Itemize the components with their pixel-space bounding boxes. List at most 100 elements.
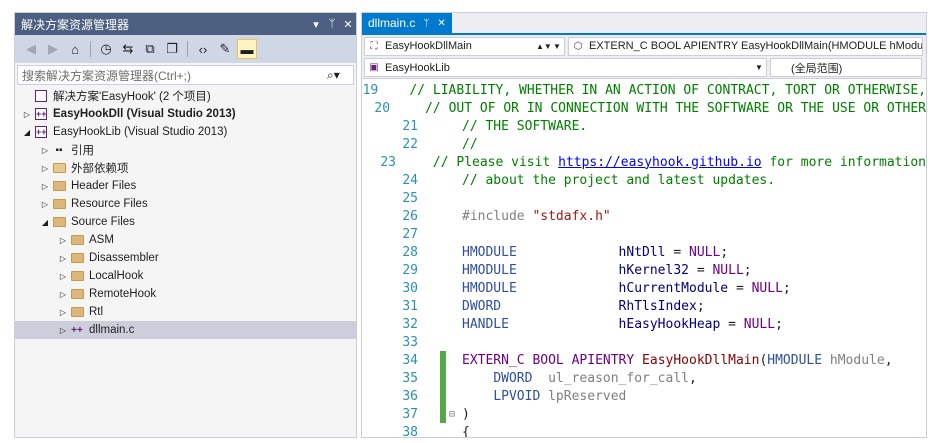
code-line[interactable]: 37 ⊟) xyxy=(362,405,926,423)
change-marker xyxy=(440,369,446,387)
collapsed-arrow-icon[interactable]: ▷ xyxy=(39,200,51,209)
tree-item-label: dllmain.c xyxy=(89,324,135,336)
code-line[interactable]: 35 DWORD ul_reason_for_call, xyxy=(362,369,926,387)
line-number: 29 xyxy=(402,262,418,278)
close-icon[interactable]: ✕ xyxy=(437,18,445,29)
spin-icon[interactable]: ▲▼ xyxy=(536,42,552,51)
expanded-arrow-icon[interactable]: ◢ xyxy=(21,128,33,137)
back-icon[interactable]: ◀ xyxy=(21,39,41,59)
code-line[interactable]: 36 LPVOID lpReserved xyxy=(362,387,926,405)
code-line[interactable]: 38 { xyxy=(362,423,926,438)
project-dropdown[interactable]: ▣ EasyHookLib ▼ xyxy=(364,58,767,77)
history-icon[interactable]: ◷ xyxy=(96,39,116,59)
line-number: 36 xyxy=(402,388,418,404)
search-input[interactable]: 搜索解决方案资源管理器(Ctrl+;) ⌕▾ xyxy=(17,65,354,85)
collapse-all-icon[interactable]: ⧉ xyxy=(140,39,160,59)
tab-dllmain-c[interactable]: dllmain.c ᛘ ✕ xyxy=(362,13,452,33)
tree-item[interactable]: ▷ 外部依赖项 xyxy=(15,159,356,177)
line-number: 19 xyxy=(362,82,379,98)
code-line[interactable]: 30 HMODULE hCurrentModule = NULL; xyxy=(362,279,926,297)
global-scope-dropdown[interactable]: (全局范围) xyxy=(770,58,922,77)
folder-icon xyxy=(51,215,67,229)
expanded-arrow-icon[interactable]: ◢ xyxy=(39,218,51,227)
dropdown-icon[interactable]: ▾ xyxy=(308,18,324,31)
change-marker xyxy=(440,387,446,405)
code-line[interactable]: 26 #include "stdafx.h" xyxy=(362,207,926,225)
code-line[interactable]: 21 // THE SOFTWARE. xyxy=(362,117,926,135)
code-line[interactable]: 20 // OUT OF OR IN CONNECTION WITH THE SO… xyxy=(362,99,926,117)
code-line[interactable]: 25 xyxy=(362,189,926,207)
line-number: 27 xyxy=(402,226,418,242)
tree-item[interactable]: 解决方案'EasyHook' (2 个项目) xyxy=(15,87,356,105)
search-icon[interactable]: ⌕▾ xyxy=(327,68,353,83)
code-line[interactable]: 34 EXTERN_C BOOL APIENTRY EasyHookDllMain… xyxy=(362,351,926,369)
references-icon: ▪▪ xyxy=(55,144,63,156)
collapsed-arrow-icon[interactable]: ▷ xyxy=(57,290,69,299)
change-marker xyxy=(418,153,422,171)
collapsed-arrow-icon[interactable]: ▷ xyxy=(21,110,33,119)
collapsed-arrow-icon[interactable]: ▷ xyxy=(39,182,51,191)
tree-item[interactable]: ▷ ▪▪ 引用 xyxy=(15,141,356,159)
close-icon[interactable]: ✕ xyxy=(340,18,356,31)
show-all-files-icon[interactable]: ❐ xyxy=(162,39,182,59)
chevron-down-icon[interactable]: ▼ xyxy=(550,42,564,51)
code-line[interactable]: 24 // about the project and latest update… xyxy=(362,171,926,189)
tree-item[interactable]: ▷ RemoteHook xyxy=(15,285,356,303)
collapsed-arrow-icon[interactable]: ▷ xyxy=(57,272,69,281)
fold-toggle-icon[interactable]: ⊟ xyxy=(446,409,458,420)
tree-item[interactable]: ▷ ++ EasyHookDll (Visual Studio 2013) xyxy=(15,105,356,123)
collapsed-arrow-icon[interactable]: ▷ xyxy=(39,146,51,155)
code-line[interactable]: 31 DWORD RhTlsIndex; xyxy=(362,297,926,315)
line-number: 38 xyxy=(402,424,418,438)
tree-item[interactable]: ▷ Resource Files xyxy=(15,195,356,213)
folder-icon xyxy=(69,269,85,283)
project-icon: ++ xyxy=(35,126,47,138)
pin-icon[interactable]: ᛘ xyxy=(324,18,340,30)
collapsed-arrow-icon[interactable]: ▷ xyxy=(57,254,69,263)
code-line[interactable]: 19 // LIABILITY, WHETHER IN AN ACTION OF … xyxy=(362,81,926,99)
code-text: // LIABILITY, WHETHER IN AN ACTION OF CO… xyxy=(409,82,926,98)
collapsed-arrow-icon[interactable]: ▷ xyxy=(57,326,69,335)
sync-icon[interactable]: ⇆ xyxy=(118,39,138,59)
folder-icon xyxy=(51,179,67,193)
code-text: // Please visit https://easyhook.github.… xyxy=(432,154,926,170)
tree-item[interactable]: ▷ LocalHook xyxy=(15,267,356,285)
tree-item[interactable]: ◢ Source Files xyxy=(15,213,356,231)
tree-item-label: EasyHookLib (Visual Studio 2013) xyxy=(53,126,228,138)
change-marker xyxy=(400,81,402,99)
code-line[interactable]: 33 xyxy=(362,333,926,351)
properties-wrench-icon[interactable]: ✎ xyxy=(215,39,235,59)
change-marker xyxy=(440,315,446,333)
tree-item[interactable]: ▷ ++ dllmain.c xyxy=(15,321,356,339)
code-line[interactable]: 29 HMODULE hKernel32 = NULL; xyxy=(362,261,926,279)
tree-item[interactable]: ▷ Disassembler xyxy=(15,249,356,267)
collapsed-arrow-icon[interactable]: ▷ xyxy=(57,308,69,317)
code-line[interactable]: 32 HANDLE hEasyHookHeap = NULL; xyxy=(362,315,926,333)
pin-icon[interactable]: ᛘ xyxy=(423,18,429,29)
collapsed-arrow-icon[interactable]: ▷ xyxy=(39,164,51,173)
scope-dropdown-value: EasyHookDllMain xyxy=(385,40,472,52)
tree-item-label: 解决方案'EasyHook' (2 个项目) xyxy=(53,91,211,103)
tree-item[interactable]: ▷ Header Files xyxy=(15,177,356,195)
member-dropdown[interactable]: ⬡ EXTERN_C BOOL APIENTRY EasyHookDllMain… xyxy=(568,36,923,56)
folder-icon xyxy=(69,305,85,319)
tree-item[interactable]: ◢ ++ EasyHookLib (Visual Studio 2013) xyxy=(15,123,356,141)
view-code-icon[interactable]: ‹› xyxy=(193,39,213,59)
forward-icon[interactable]: ▶ xyxy=(43,39,63,59)
chevron-down-icon[interactable]: ▼ xyxy=(752,63,766,72)
collapsed-arrow-icon[interactable]: ▷ xyxy=(57,236,69,245)
code-area[interactable]: 19 // LIABILITY, WHETHER IN AN ACTION OF … xyxy=(362,81,926,438)
tree-item-label: Rtl xyxy=(89,306,104,318)
code-line[interactable]: 27 xyxy=(362,225,926,243)
code-line[interactable]: 28 HMODULE hNtDll = NULL; xyxy=(362,243,926,261)
scope-dropdown[interactable]: ⛶ EasyHookDllMain ▲▼ ▼ xyxy=(364,36,565,56)
tree-item[interactable]: ▷ ASM xyxy=(15,231,356,249)
line-number: 24 xyxy=(402,172,418,188)
change-marker xyxy=(440,225,446,243)
code-line[interactable]: 23 // Please visit https://easyhook.githu… xyxy=(362,153,926,171)
home-icon[interactable]: ⌂ xyxy=(65,39,85,59)
tree-item[interactable]: ▷ Rtl xyxy=(15,303,356,321)
preview-toggle-icon[interactable]: ▬ xyxy=(237,39,257,59)
code-line[interactable]: 22 // xyxy=(362,135,926,153)
line-number: 34 xyxy=(402,352,418,368)
